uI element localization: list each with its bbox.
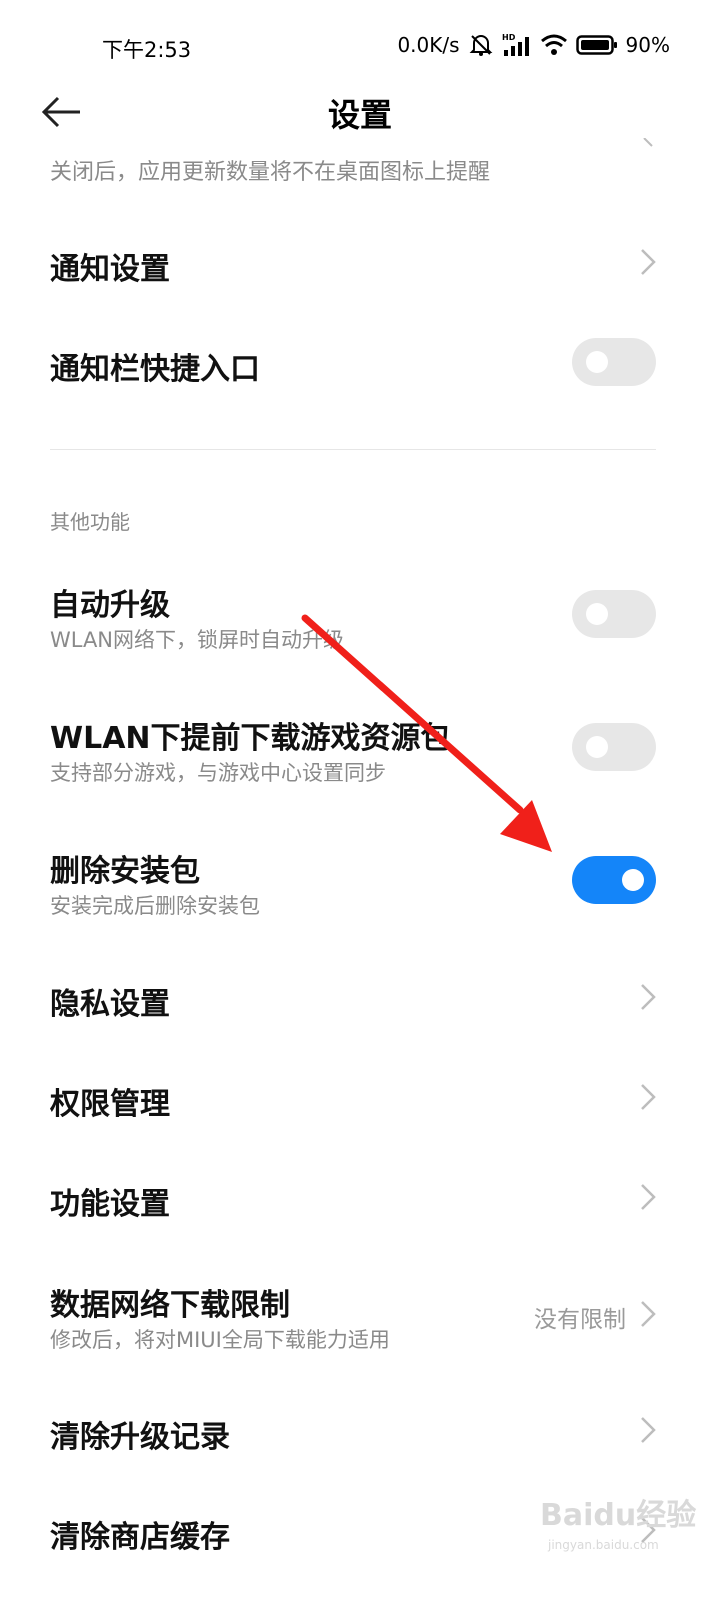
toggle-knob	[622, 869, 644, 891]
svg-text:HD: HD	[502, 33, 516, 42]
mute-bell-icon	[468, 32, 494, 58]
row-permissions[interactable]: 权限管理	[0, 1065, 720, 1129]
section-title: 其他功能	[50, 510, 130, 534]
row-subtitle: WLAN网络下，锁屏时自动升级	[50, 628, 345, 652]
row-wlan-preload: WLAN下提前下载游戏资源包 支持部分游戏，与游戏中心设置同步	[0, 703, 720, 793]
row-label: 删除安装包	[50, 854, 200, 889]
row-data-download-limit[interactable]: 数据网络下载限制 修改后，将对MIUI全局下载能力适用 没有限制	[0, 1270, 720, 1360]
chevron-right-icon	[643, 138, 653, 147]
row-label: 通知设置	[50, 252, 170, 287]
row-privacy-settings[interactable]: 隐私设置	[0, 965, 720, 1029]
row-label: 通知栏快捷入口	[50, 352, 260, 387]
auto-upgrade-toggle[interactable]	[572, 590, 656, 638]
row-subtitle: 支持部分游戏，与游戏中心设置同步	[50, 761, 386, 785]
chevron-right-icon	[641, 1301, 656, 1327]
toggle-knob	[586, 603, 608, 625]
row-auto-upgrade: 自动升级 WLAN网络下，锁屏时自动升级	[0, 570, 720, 660]
row-delete-package: 删除安装包 安装完成后删除安装包	[0, 836, 720, 926]
battery-icon	[575, 34, 618, 56]
row-label: 清除商店缓存	[50, 1520, 230, 1555]
row-value: 没有限制	[534, 1307, 626, 1333]
row-label: 自动升级	[50, 588, 170, 623]
row-subtitle: 修改后，将对MIUI全局下载能力适用	[50, 1328, 390, 1352]
row-label: WLAN下提前下载游戏资源包	[50, 721, 451, 756]
status-icons: 0.0K/s HD 90%	[397, 32, 670, 58]
baidu-watermark-url: jingyan.baidu.com	[548, 1538, 659, 1552]
notify-shortcut-toggle[interactable]	[572, 338, 656, 386]
chevron-right-icon	[641, 1084, 656, 1110]
delete-package-toggle[interactable]	[572, 856, 656, 904]
status-time: 下午2:53	[102, 38, 192, 62]
partial-row-subtitle: 关闭后，应用更新数量将不在桌面图标上提醒	[50, 160, 491, 185]
wifi-icon	[540, 33, 568, 57]
page-title: 设置	[327, 96, 392, 134]
chevron-right-icon	[641, 1417, 656, 1443]
row-label: 清除升级记录	[50, 1420, 230, 1455]
row-notify-settings[interactable]: 通知设置	[0, 230, 720, 294]
header: 设置	[0, 80, 720, 150]
hd-signal-icon: HD	[502, 32, 532, 58]
network-speed: 0.0K/s	[397, 33, 460, 57]
row-label: 权限管理	[50, 1087, 170, 1122]
row-label: 功能设置	[50, 1187, 170, 1222]
chevron-right-icon	[641, 1184, 656, 1210]
battery-percent: 90%	[625, 33, 670, 57]
wlan-preload-toggle[interactable]	[572, 723, 656, 771]
row-subtitle: 安装完成后删除安装包	[50, 894, 260, 918]
chevron-right-icon	[641, 249, 656, 275]
row-notify-shortcut: 通知栏快捷入口	[0, 330, 720, 394]
row-label: 数据网络下载限制	[50, 1288, 290, 1323]
row-clear-upgrade-records[interactable]: 清除升级记录	[0, 1398, 720, 1462]
divider	[50, 449, 656, 450]
toggle-knob	[586, 351, 608, 373]
chevron-right-icon	[641, 984, 656, 1010]
toggle-knob	[586, 736, 608, 758]
baidu-watermark-logo: Baidu经验	[540, 1498, 697, 1533]
row-feature-settings[interactable]: 功能设置	[0, 1165, 720, 1229]
row-label: 隐私设置	[50, 987, 170, 1022]
